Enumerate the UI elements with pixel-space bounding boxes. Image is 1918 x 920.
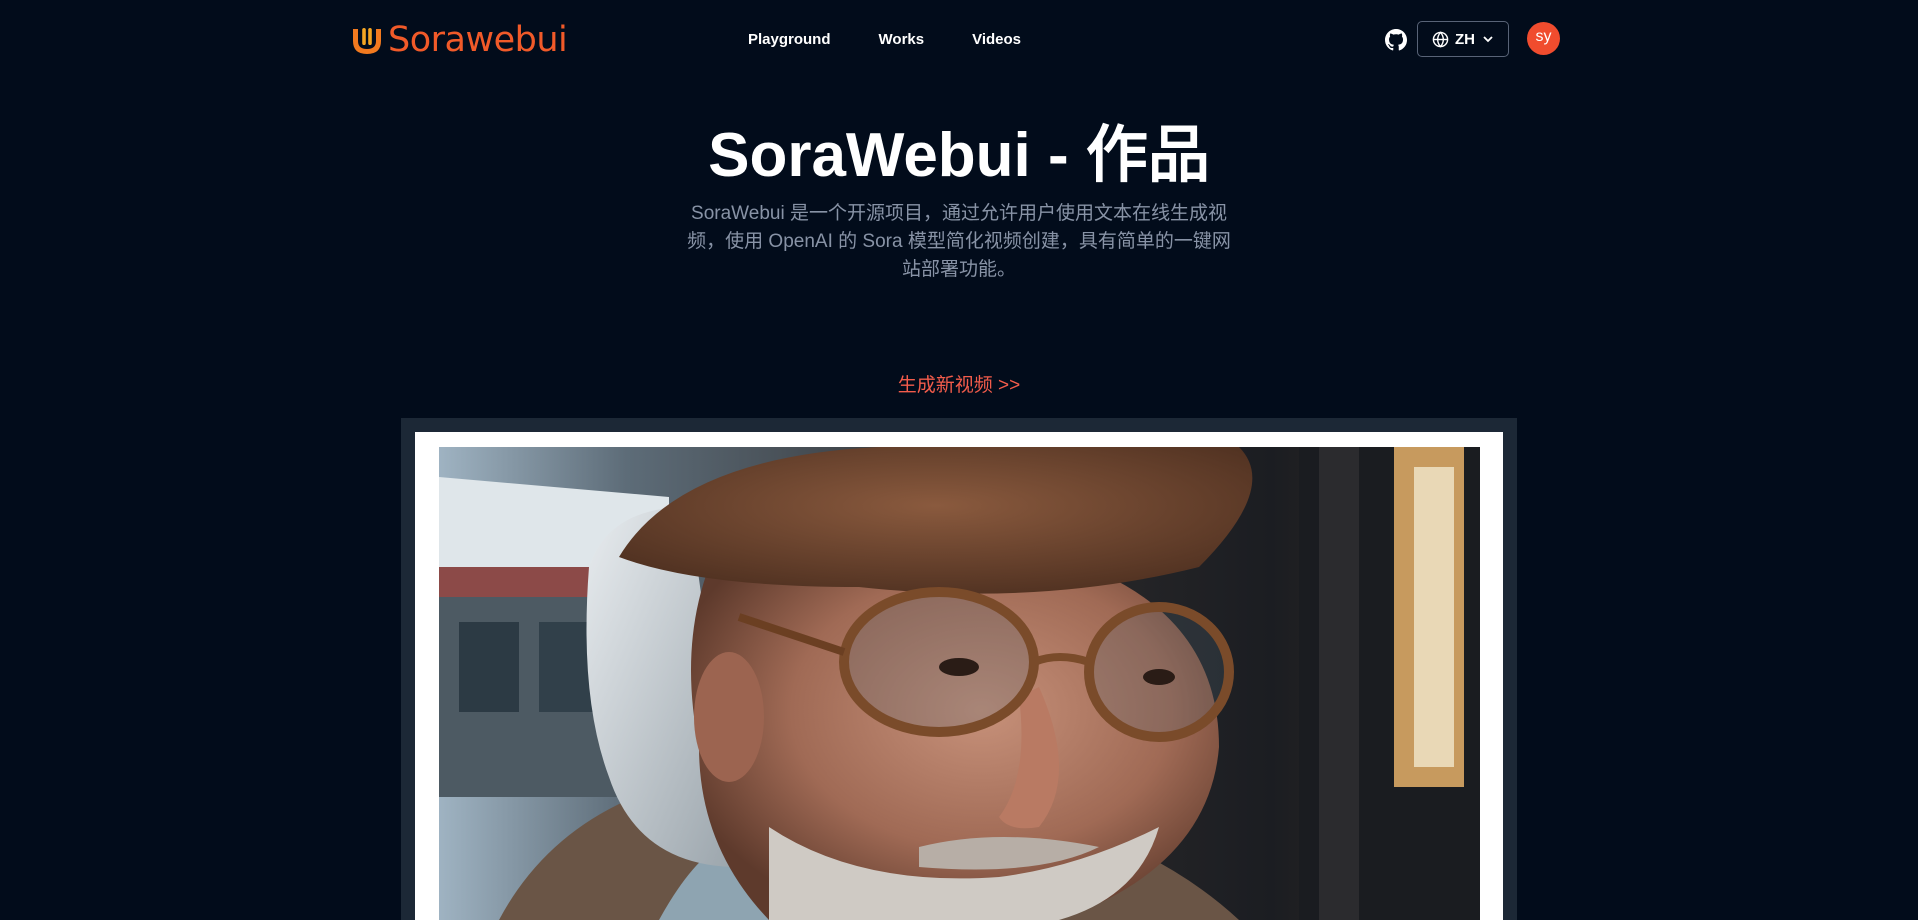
github-icon [1385,29,1407,51]
nav-link-videos[interactable]: Videos [972,28,1021,52]
user-avatar[interactable]: sy [1527,22,1560,55]
nav-link-playground[interactable]: Playground [748,28,831,52]
chevron-down-icon [1483,36,1493,43]
main-nav: Playground Works Videos [748,28,1021,52]
brand-logo[interactable]: Sorawebui [350,20,568,60]
page-description: SoraWebui 是一个开源项目，通过允许用户使用文本在线生成视频，使用 Op… [687,203,1231,280]
logo-icon [353,28,381,54]
github-link[interactable] [1384,28,1408,52]
video-player[interactable] [439,447,1480,920]
page-title: SoraWebui - 作品 [708,121,1210,190]
video-thumbnail [439,447,1480,920]
site-header: Sorawebui Playground Works Videos ZH sy [0,0,1918,80]
generate-new-video-link[interactable]: 生成新视频 >> [0,372,1918,400]
globe-icon [1432,30,1449,48]
language-label: ZH [1455,30,1475,48]
brand-name: Sorawebui [388,20,568,60]
nav-link-works[interactable]: Works [879,28,925,52]
language-selector[interactable]: ZH [1417,21,1509,57]
